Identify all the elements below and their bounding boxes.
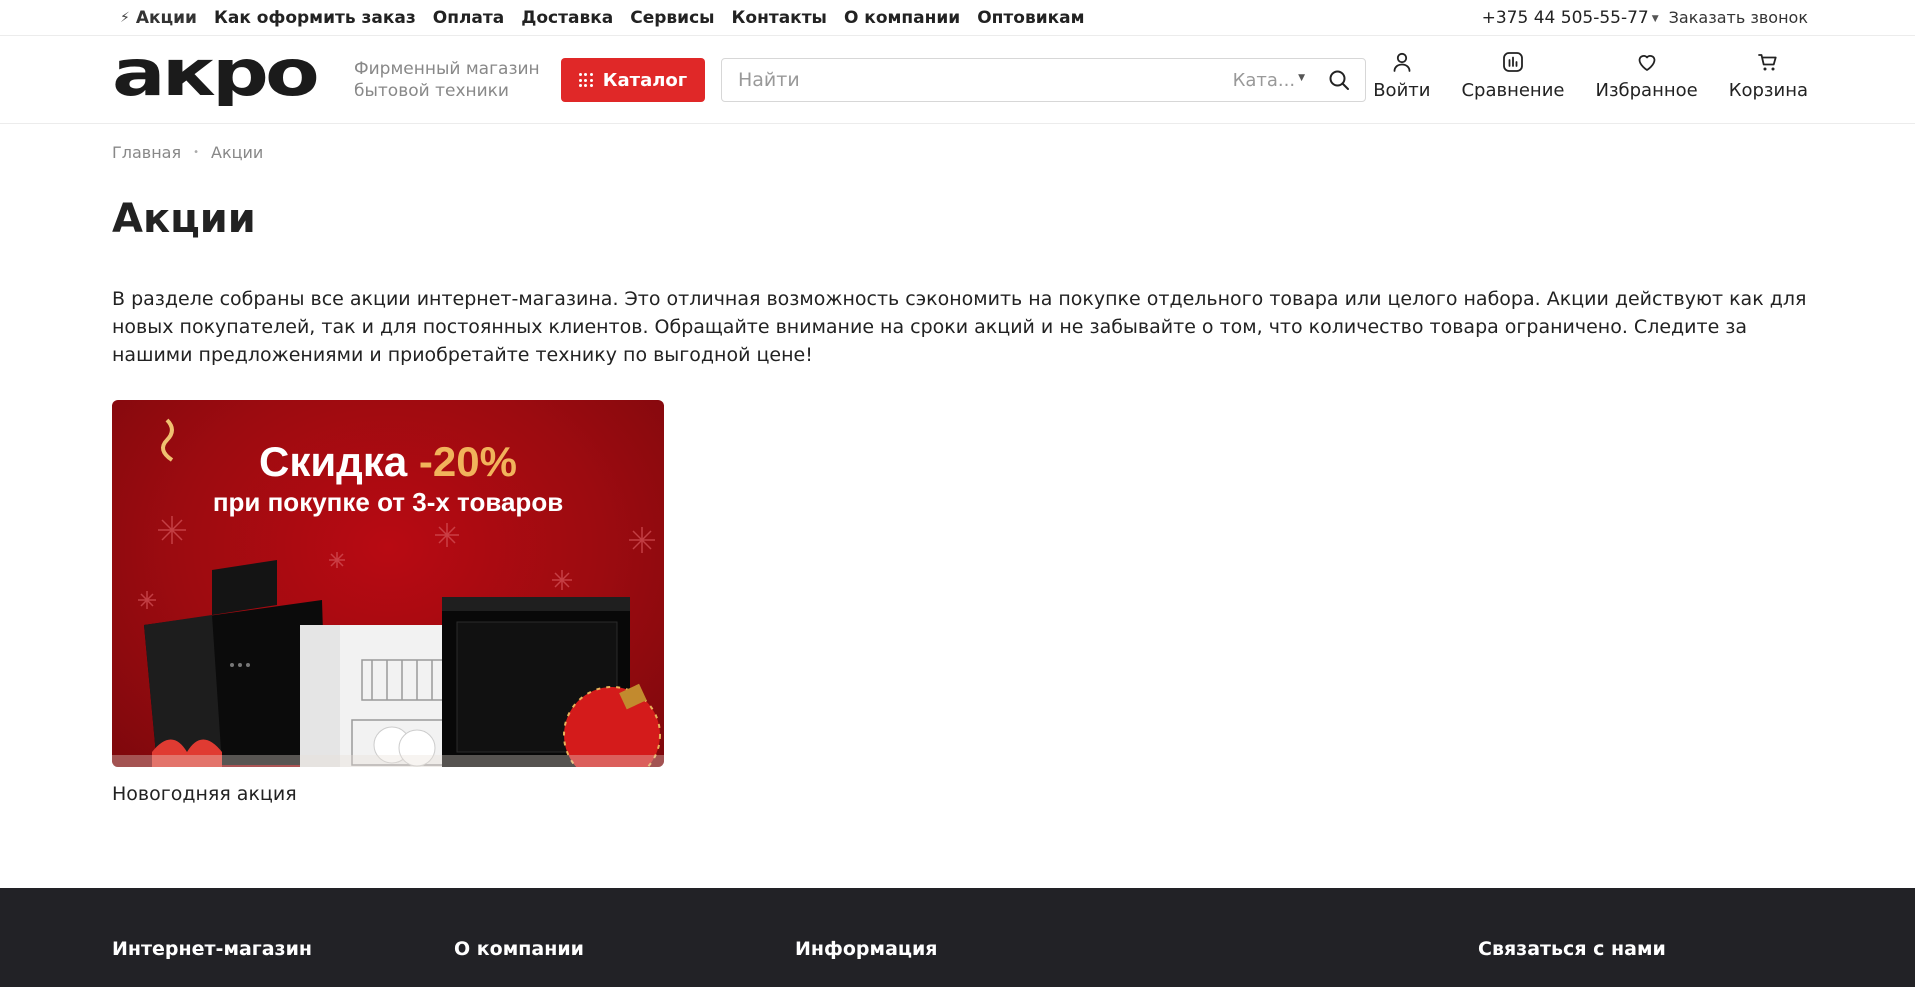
cart-label: Корзина — [1728, 80, 1808, 101]
top-nav-contacts[interactable]: Контакты — [732, 8, 827, 28]
site-footer: Интернет-магазин О компании Информация С… — [0, 888, 1915, 987]
top-nav-promotions[interactable]: ⚡ Акции — [120, 8, 197, 28]
store-tagline: Фирменный магазин бытовой техники — [354, 58, 544, 102]
search-category-select[interactable]: Ката... ▼ — [1233, 70, 1305, 91]
banner-title-text: Скидка — [259, 438, 419, 485]
footer-col-store: Интернет-магазин — [112, 938, 313, 960]
user-icon — [1393, 52, 1411, 72]
breadcrumb: Главная • Акции — [112, 143, 263, 162]
logo[interactable]: акро — [112, 50, 318, 106]
login-label: Войти — [1373, 80, 1431, 101]
callback-link[interactable]: Заказать звонок — [1669, 8, 1808, 27]
breadcrumb-current: Акции — [211, 143, 264, 162]
top-contacts: +375 44 505-55-77 ▼ Заказать звонок — [1482, 0, 1808, 35]
promo-banner[interactable]: Скидка -20% при покупке от 3-х товаров — [112, 400, 664, 767]
phone-dropdown[interactable]: +375 44 505-55-77 ▼ — [1482, 8, 1659, 28]
top-nav-services[interactable]: Сервисы — [630, 8, 714, 28]
page-intro: В разделе собраны все акции интернет-маг… — [112, 288, 1807, 366]
main-header: акро Фирменный магазин бытовой техники К… — [0, 36, 1915, 124]
favorites-label: Избранное — [1595, 80, 1698, 101]
banner-title: Скидка -20% — [112, 438, 664, 486]
banner-discount: -20% — [418, 438, 517, 485]
cart-action[interactable]: Корзина — [1729, 50, 1808, 101]
lightning-icon: ⚡ — [120, 9, 130, 26]
catalog-button-label: Каталог — [602, 69, 688, 91]
compare-action[interactable]: Сравнение — [1461, 50, 1564, 101]
breadcrumb-separator: • — [193, 147, 200, 158]
login-action[interactable]: Войти — [1373, 50, 1430, 101]
chevron-down-icon: ▼ — [1651, 13, 1659, 24]
top-nav-how-to-order[interactable]: Как оформить заказ — [214, 8, 416, 28]
catalog-button[interactable]: Каталог — [561, 58, 705, 102]
grid-dots-icon — [578, 73, 593, 87]
favorites-action[interactable]: Избранное — [1595, 50, 1698, 101]
top-nav-about[interactable]: О компании — [844, 8, 960, 28]
tagline-line-2: бытовой техники — [354, 81, 509, 101]
top-bar: ⚡ Акции Как оформить заказ Оплата Достав… — [0, 0, 1915, 36]
compare-label: Сравнение — [1461, 80, 1565, 101]
compare-chart-icon — [1503, 52, 1523, 72]
heart-icon — [1638, 55, 1655, 71]
search-icon[interactable] — [1327, 68, 1351, 92]
chevron-down-icon: ▼ — [1298, 73, 1305, 83]
search-bar: Ката...▼ — [721, 58, 1366, 102]
top-nav-payment[interactable]: Оплата — [433, 8, 504, 28]
banner-subtitle: при покупке от 3-х товаров — [212, 487, 564, 517]
search-input[interactable] — [722, 60, 1233, 100]
header-actions: Войти Сравнение Избранное Корзина — [1373, 50, 1808, 101]
footer-col-info: Информация — [795, 938, 938, 960]
tagline-line-1: Фирменный магазин — [354, 59, 540, 79]
footer-col-contact: Связаться с нами — [1478, 938, 1666, 960]
phone-number: +375 44 505-55-77 — [1481, 7, 1649, 28]
page-title: Акции — [112, 196, 256, 242]
search-category-label: Ката... — [1232, 69, 1296, 91]
top-nav-promotions-label: Акции — [135, 7, 197, 28]
footer-col-about: О компании — [454, 938, 584, 960]
cart-icon — [1758, 54, 1777, 71]
top-nav-wholesale[interactable]: Оптовикам — [977, 8, 1084, 28]
logo-text: акро — [112, 50, 317, 106]
top-nav-delivery[interactable]: Доставка — [521, 8, 613, 28]
breadcrumb-home[interactable]: Главная — [112, 143, 181, 162]
promo-title-link[interactable]: Новогодняя акция — [112, 783, 297, 805]
top-nav: ⚡ Акции Как оформить заказ Оплата Достав… — [120, 0, 1085, 35]
